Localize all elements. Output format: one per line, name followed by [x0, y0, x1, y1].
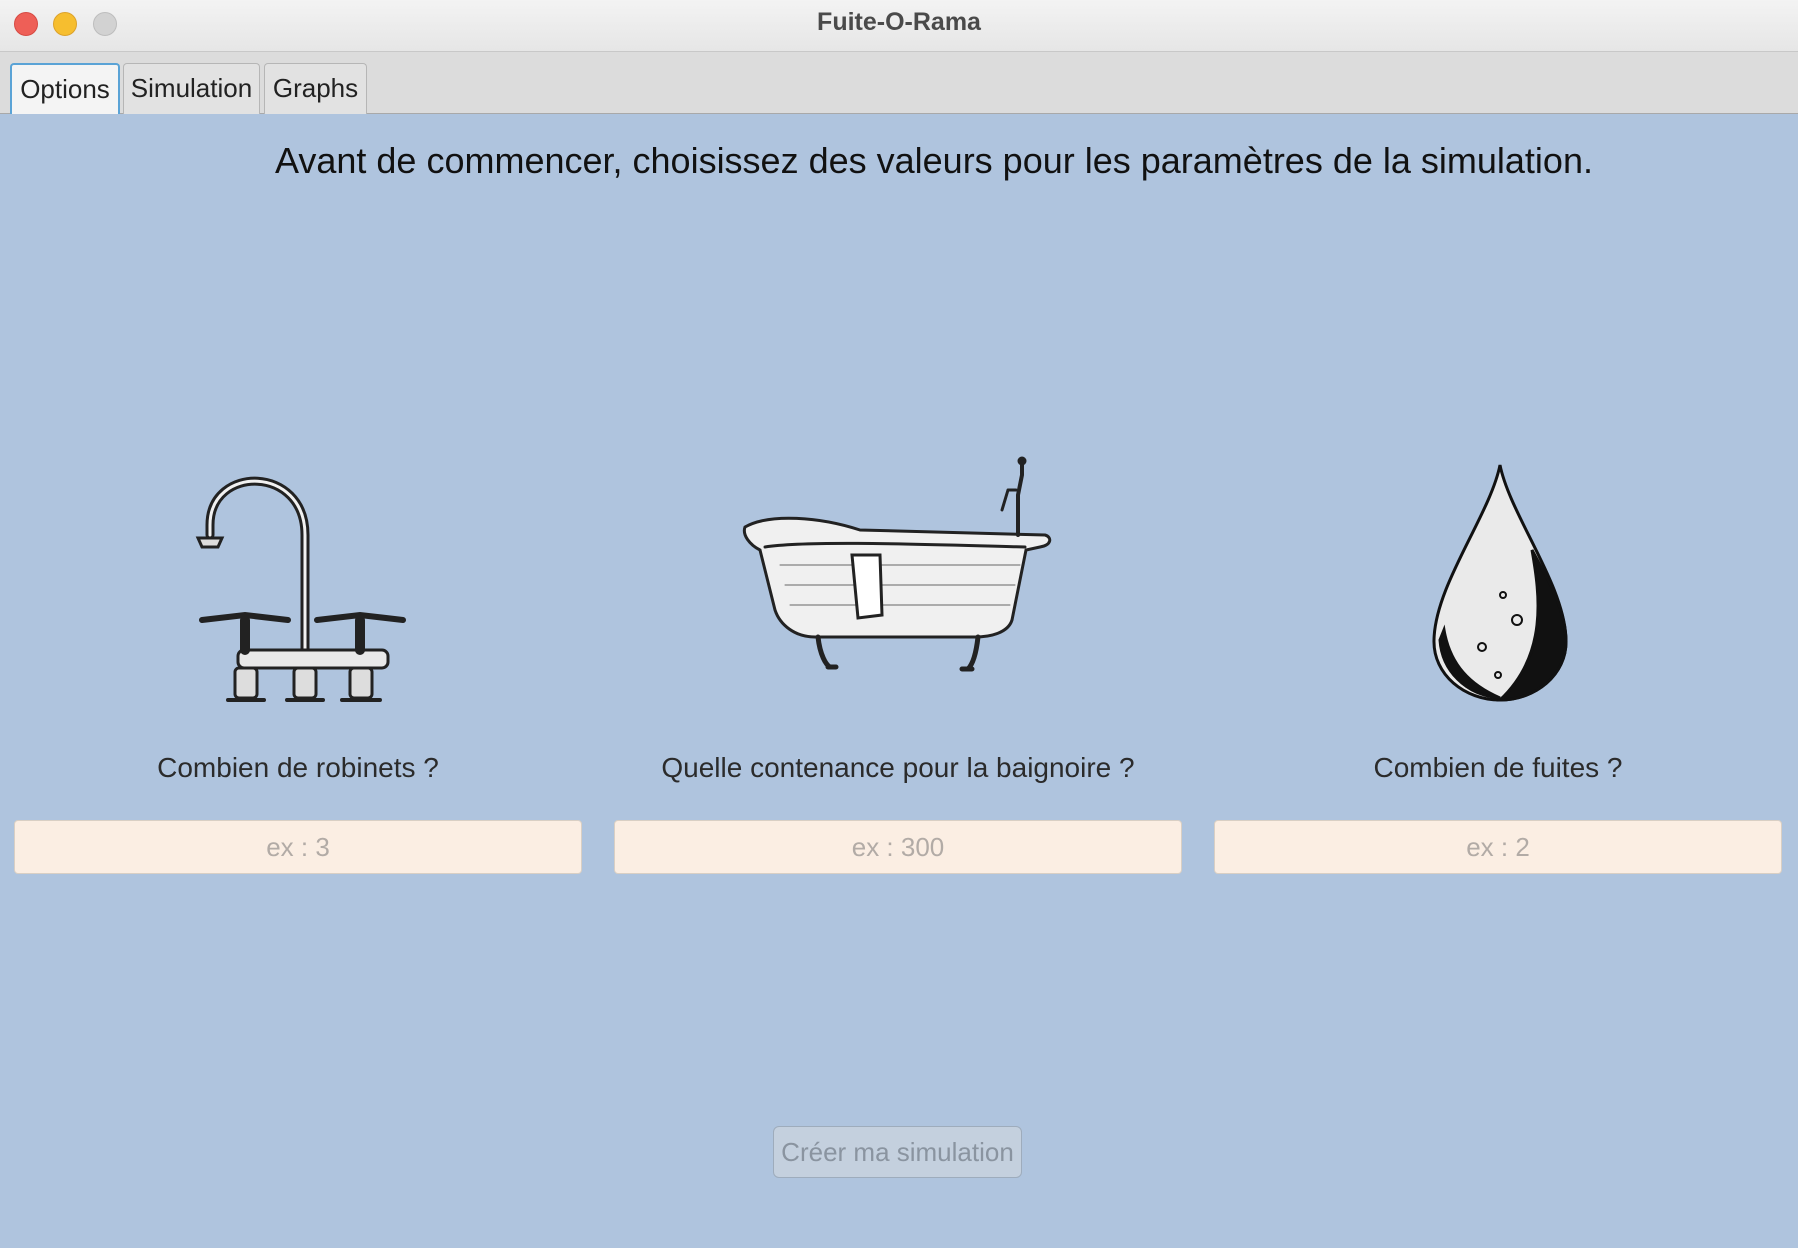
faucet-count-label: Combien de robinets ?: [157, 752, 439, 783]
page-heading: Avant de commencer, choisissez des valeu…: [275, 140, 1593, 181]
window-title: Fuite-O-Rama: [817, 8, 981, 36]
tab-graphs[interactable]: Graphs: [264, 63, 367, 114]
create-simulation-button[interactable]: Créer ma simulation: [773, 1126, 1022, 1178]
faucet-count-input[interactable]: [14, 820, 582, 874]
bathtub-capacity-label: Quelle contenance pour la baignoire ?: [661, 752, 1135, 783]
tab-simulation[interactable]: Simulation: [123, 63, 260, 114]
leak-count-input[interactable]: [1214, 820, 1782, 874]
water-drop-icon: [1432, 464, 1568, 702]
tab-bar: Options Simulation Graphs: [0, 52, 1798, 114]
bathtub-icon: [742, 456, 1052, 672]
tab-options[interactable]: Options: [10, 63, 120, 114]
window-titlebar: Fuite-O-Rama: [0, 0, 1798, 52]
bathtub-capacity-input[interactable]: [614, 820, 1182, 874]
faucet-icon: [195, 476, 406, 702]
leak-count-label: Combien de fuites ?: [1373, 752, 1623, 783]
